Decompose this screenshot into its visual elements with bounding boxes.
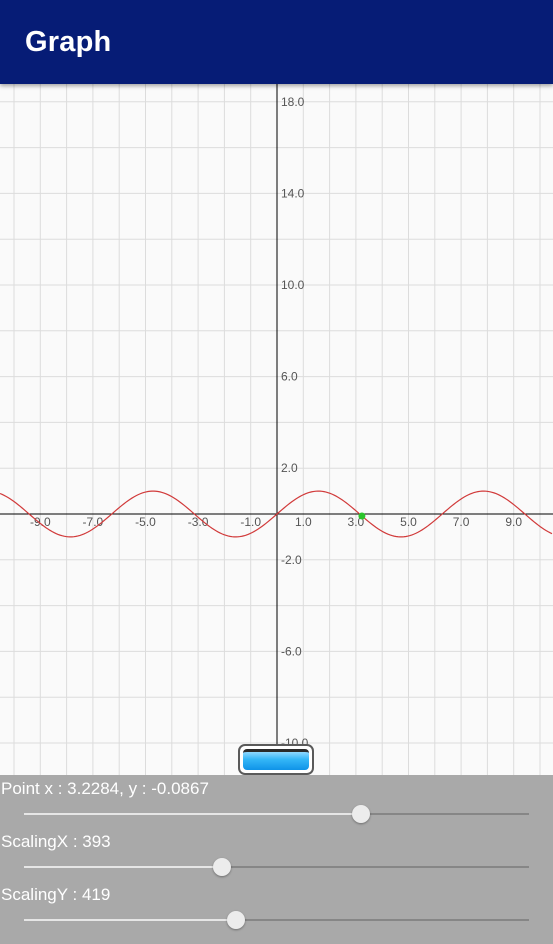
- slider-fill: [24, 866, 223, 868]
- point-coordinates-label: Point x : 3.2284, y : -0.0867: [1, 779, 209, 798]
- slider-thumb[interactable]: [351, 805, 370, 823]
- y-tick-label: 14.0: [281, 186, 305, 200]
- graph-svg[interactable]: -9.0 -7.0 -5.0 -3.0 -1.0 1.0 3.0 5.0 7.0 9.018.01…: [0, 84, 553, 775]
- y-tick-label: 2.0: [281, 461, 298, 475]
- scaling-y-label: ScalingY : 419: [1, 885, 111, 904]
- slider-thumb[interactable]: [226, 911, 245, 929]
- x-tick-label: 1.0: [295, 515, 312, 529]
- scaling-y-slider[interactable]: [24, 910, 529, 930]
- y-tick-label: 10.0: [281, 278, 305, 292]
- scaling-x-slider[interactable]: [24, 857, 529, 877]
- y-tick-label: -6.0: [281, 644, 302, 658]
- axes: [0, 84, 553, 775]
- slider-thumb[interactable]: [213, 858, 232, 876]
- point-slider[interactable]: [24, 804, 529, 824]
- x-tick-label: -7.0: [83, 515, 104, 529]
- slider-fill: [24, 813, 361, 815]
- app-bar: Graph: [0, 0, 553, 84]
- y-tick-label: 18.0: [281, 95, 305, 109]
- x-tick-label: 7.0: [453, 515, 470, 529]
- y-tick-label: 6.0: [281, 370, 298, 384]
- y-tick-label: -2.0: [281, 553, 302, 567]
- slider-fill: [24, 919, 236, 921]
- x-tick-label: -1.0: [240, 515, 261, 529]
- x-tick-label: -5.0: [135, 515, 156, 529]
- x-tick-label: 9.0: [505, 515, 522, 529]
- graph-canvas[interactable]: -9.0 -7.0 -5.0 -3.0 -1.0 1.0 3.0 5.0 7.0 9.0 18.0 1…: [0, 84, 553, 775]
- scaling-x-label: ScalingX : 393: [1, 832, 111, 851]
- app-title: Graph: [25, 26, 112, 58]
- panel-drag-handle[interactable]: [238, 744, 314, 775]
- control-panel: Point x : 3.2284, y : -0.0867 ScalingX :…: [0, 775, 553, 944]
- selected-point[interactable]: [358, 512, 366, 520]
- handle-button-face: [243, 749, 309, 770]
- x-tick-label: 5.0: [400, 515, 417, 529]
